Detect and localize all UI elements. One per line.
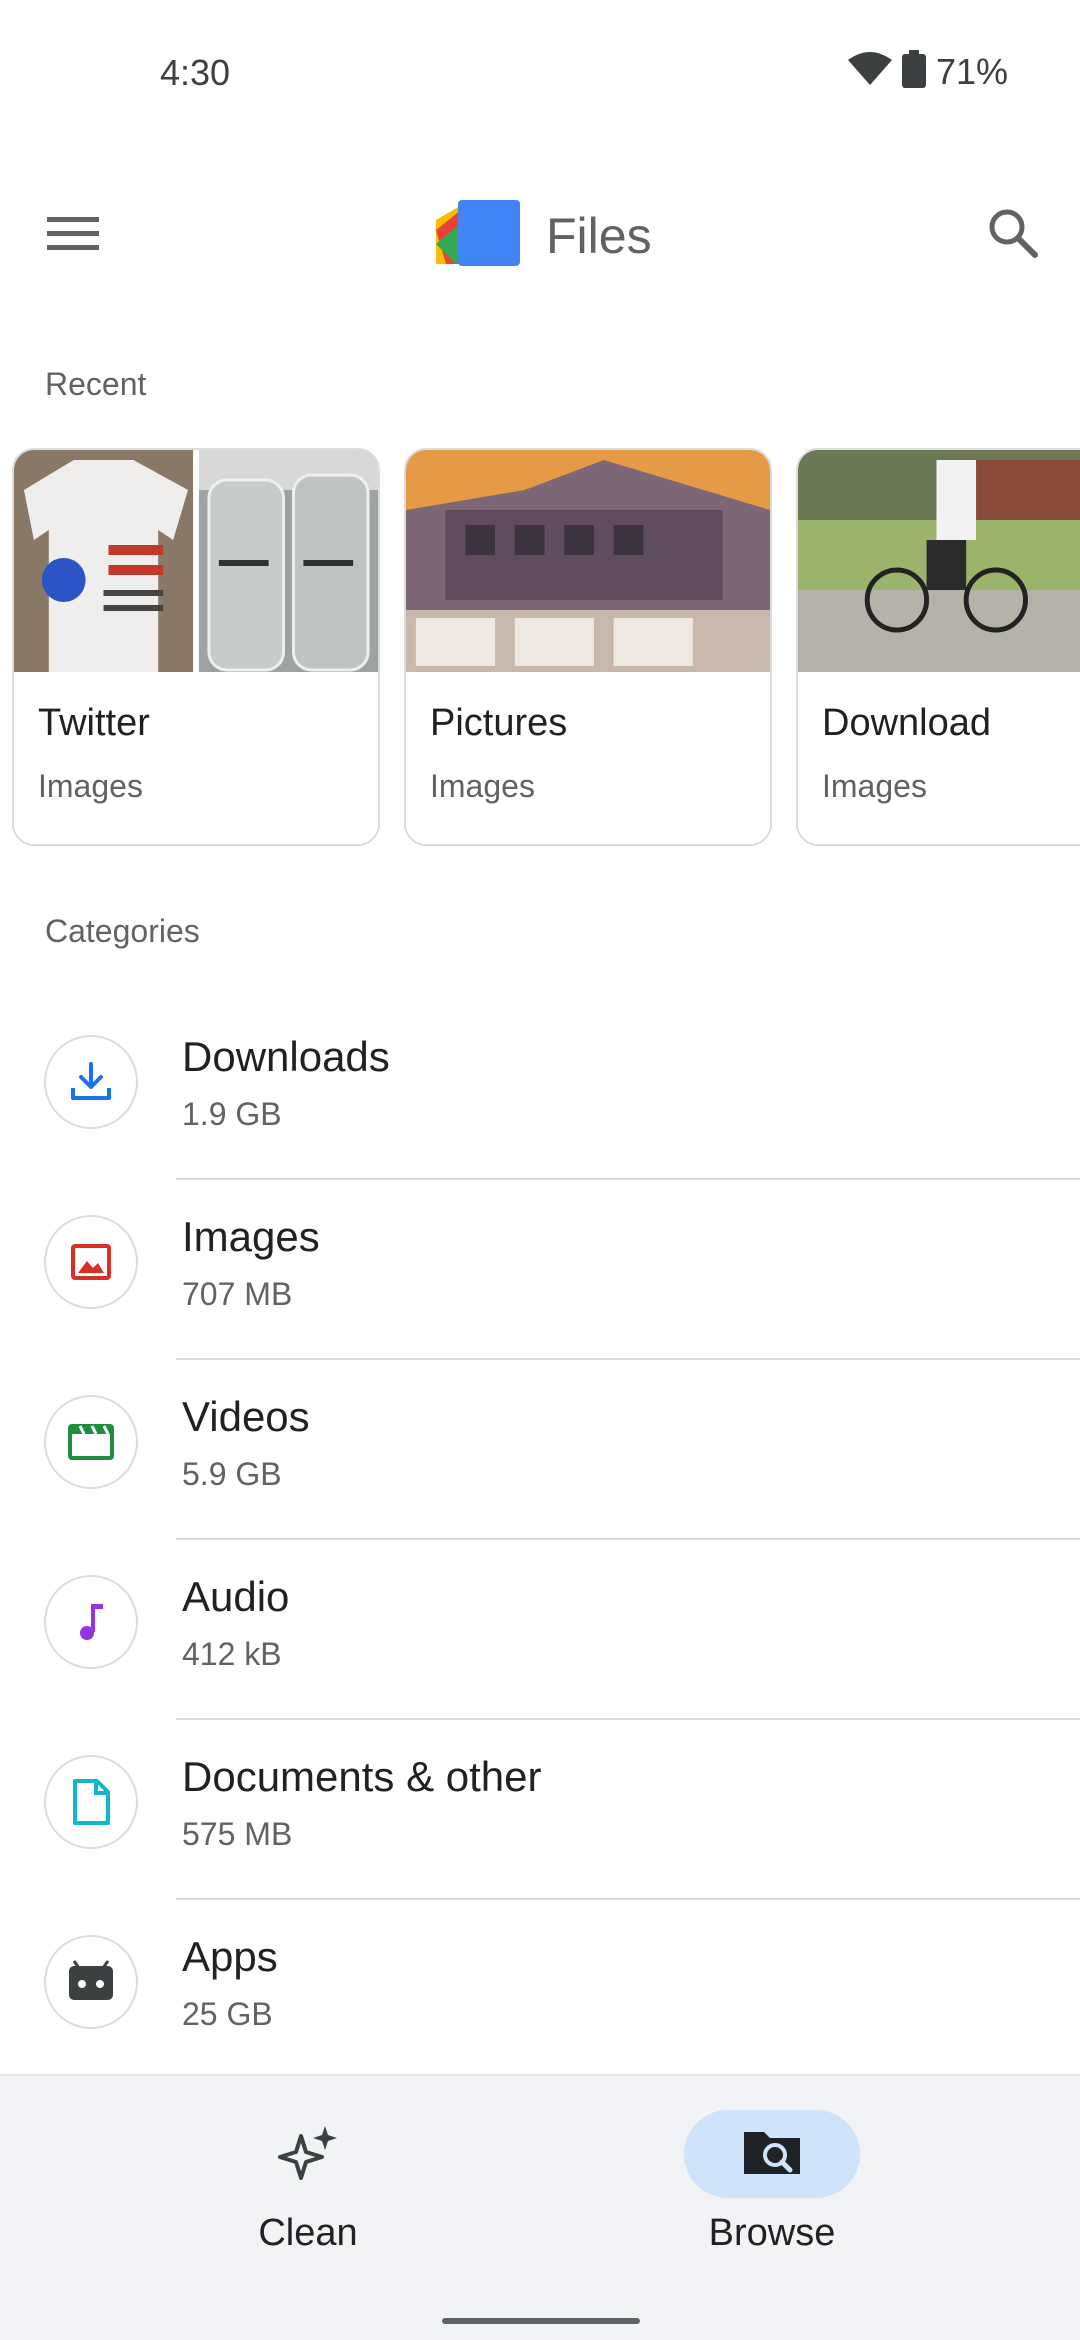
categories-header: Categories [45,913,200,949]
category-downloads[interactable]: Downloads 1.9 GB [0,1000,1080,1180]
card-thumbnails [798,450,1080,672]
thumbnail-image [199,450,378,672]
card-title: Twitter [38,702,150,744]
search-button[interactable] [974,196,1052,274]
category-name: Audio [182,1573,290,1620]
card-title: Pictures [430,702,568,744]
files-logo-icon [436,200,520,271]
recent-card-pictures[interactable]: Pictures Images [404,448,772,846]
category-images[interactable]: Images 707 MB [0,1180,1080,1360]
battery-icon [901,50,926,93]
search-icon [987,207,1039,264]
category-size: 412 kB [182,1636,282,1672]
hamburger-menu-icon [47,213,99,258]
bottom-navigation: Clean Browse [0,2074,1080,2340]
browse-folder-icon [742,2126,802,2183]
card-subtitle: Images [822,768,927,804]
wifi-icon [847,52,892,91]
home-indicator[interactable] [442,2318,640,2324]
category-name: Apps [182,1933,278,1980]
nav-label: Clean [258,2212,358,2254]
card-thumbnails [14,450,378,672]
app-bar: Files [0,170,1080,300]
thumbnail-image [14,450,193,672]
category-size: 707 MB [182,1276,293,1312]
category-videos[interactable]: Videos 5.9 GB [0,1360,1080,1540]
image-icon [44,1215,138,1309]
music-note-icon [44,1575,138,1669]
download-icon [44,1035,138,1129]
category-size: 5.9 GB [182,1456,282,1492]
category-size: 1.9 GB [182,1096,282,1132]
nav-browse-icon-container [684,2110,860,2198]
video-icon [44,1395,138,1489]
category-name: Documents & other [182,1753,542,1800]
card-thumbnails [406,450,770,672]
category-name: Images [182,1213,320,1260]
nav-browse[interactable]: Browse [622,2110,922,2280]
category-documents[interactable]: Documents & other 575 MB [0,1720,1080,1900]
recent-header: Recent [45,366,147,402]
thumbnail-image [406,450,770,672]
recent-card-twitter[interactable]: Twitter Images [12,448,380,846]
thumbnail-image [798,450,1080,672]
sparkle-icon [273,2122,343,2187]
battery-percent: 71% [935,50,1008,92]
android-icon [44,1935,138,2029]
document-icon [44,1755,138,1849]
card-title: Download [822,702,991,744]
app-title: Files [546,207,652,264]
category-name: Videos [182,1393,310,1440]
category-size: 575 MB [182,1816,293,1852]
category-name: Downloads [182,1033,390,1080]
status-icons: 71% [847,50,1008,93]
status-bar: 4:30 71% [0,0,1080,150]
card-subtitle: Images [38,768,143,804]
app-title-group: Files [436,200,652,271]
category-size: 25 GB [182,1996,273,2032]
status-time: 4:30 [160,52,231,93]
recent-card-download[interactable]: Download Images [796,448,1080,846]
category-audio[interactable]: Audio 412 kB [0,1540,1080,1720]
nav-label: Browse [708,2212,836,2254]
recent-carousel[interactable]: Twitter Images Pictures Images Download … [12,448,1080,848]
category-apps[interactable]: Apps 25 GB [0,1900,1080,2080]
nav-clean-icon-container [220,2110,396,2198]
menu-button[interactable] [34,196,112,274]
nav-clean[interactable]: Clean [158,2110,458,2280]
card-subtitle: Images [430,768,535,804]
